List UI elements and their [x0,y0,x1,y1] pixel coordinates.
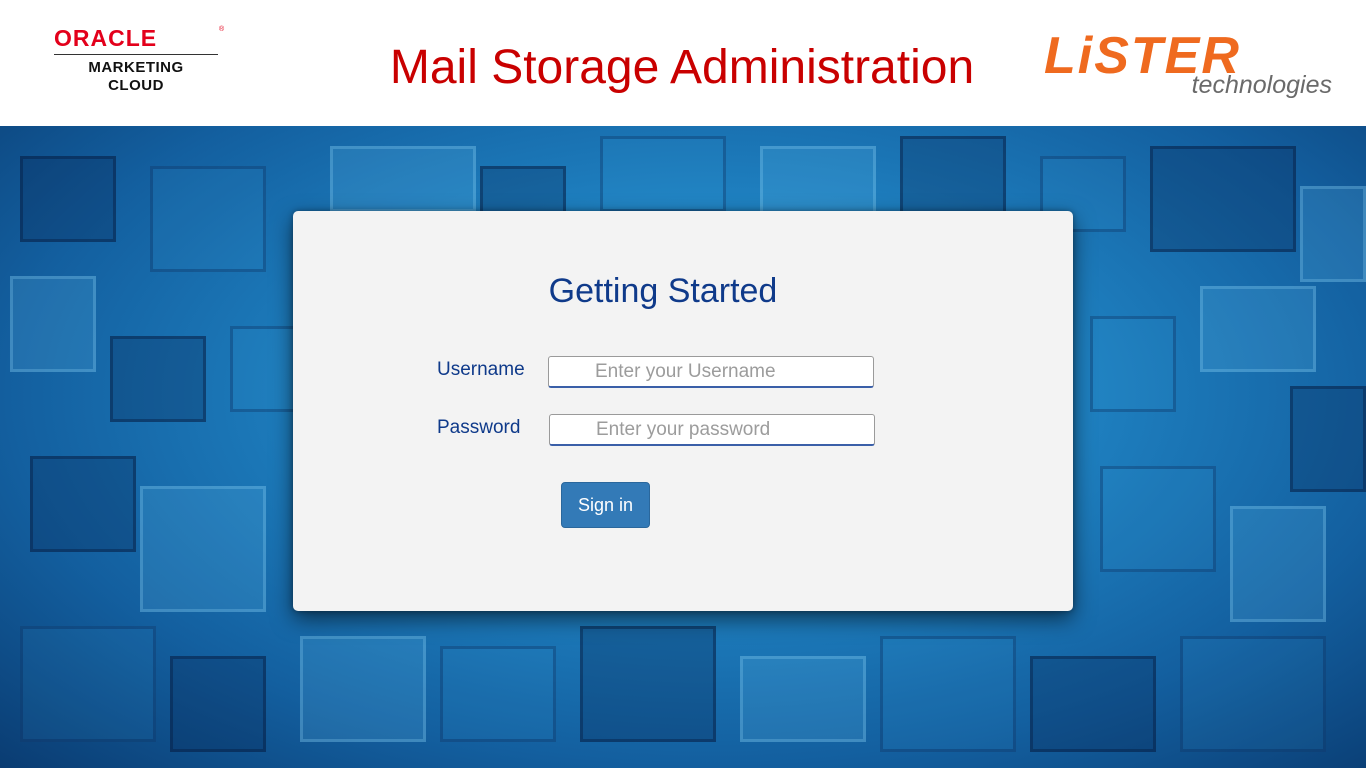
page-header: ORACLE ® MARKETING CLOUD Mail Storage Ad… [0,0,1366,126]
bg-square [140,486,266,612]
bg-square [110,336,206,422]
bg-square [30,456,136,552]
login-heading: Getting Started [548,272,778,310]
bg-square [150,166,266,272]
bg-square [1200,286,1316,372]
page-title-text: Mail Storage Administration [389,41,975,94]
bg-square [300,636,426,742]
bg-square [20,626,156,742]
bg-square [230,326,296,412]
bg-square [880,636,1016,752]
login-card: Getting Started Username Password Sign i… [293,211,1073,611]
bg-square [1180,636,1326,752]
bg-square [1300,186,1366,282]
registered-mark: ® [219,26,225,33]
lister-tagline: technologies [1191,71,1332,99]
bg-square [1100,466,1216,572]
bg-square [1290,386,1366,492]
bg-square [10,276,96,372]
bg-square [330,146,476,212]
bg-square [600,136,726,212]
bg-square [440,646,556,742]
password-label: Password [437,417,521,438]
username-label: Username [437,359,525,380]
bg-square [740,656,866,742]
lister-technologies-logo: LiSTER technologies [1040,30,1340,102]
username-field[interactable] [548,356,874,388]
bg-square [170,656,266,752]
sign-in-button[interactable]: Sign in [561,482,650,528]
bg-square [20,156,116,242]
password-field[interactable] [549,414,875,446]
bg-square [580,626,716,742]
bg-square [1090,316,1176,412]
bg-square [1230,506,1326,622]
bg-square [1030,656,1156,752]
bg-square [1150,146,1296,252]
